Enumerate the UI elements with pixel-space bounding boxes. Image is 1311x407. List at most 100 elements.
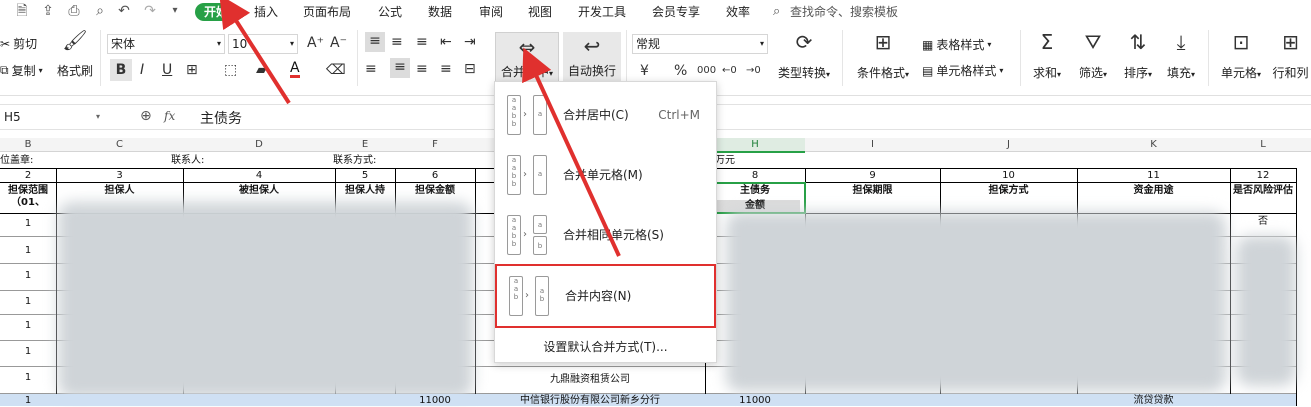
tab-developer[interactable]: 开发工具 — [578, 3, 626, 21]
italic-button[interactable]: I — [140, 61, 144, 79]
percent-button[interactable]: % — [674, 62, 687, 80]
tab-insert[interactable]: 插入 — [254, 3, 278, 21]
cell-b[interactable]: 1 — [0, 395, 56, 407]
col-number[interactable]: 6 — [395, 170, 475, 182]
cell-l[interactable]: 否 — [1230, 216, 1296, 228]
zoom-icon[interactable]: ⊕ — [140, 108, 152, 124]
copy-button[interactable]: ⧉ 复制 ▾ — [0, 62, 43, 79]
filter-button[interactable]: ⛛ 筛选▾ — [1072, 30, 1114, 81]
merge-center-button[interactable]: ⇔ 合并居中▾ — [495, 32, 559, 82]
col-number[interactable]: 8 — [705, 170, 805, 182]
cell-h[interactable]: 11000 — [705, 395, 805, 407]
font-color-button[interactable]: A — [290, 61, 300, 78]
highlight-icon[interactable]: ▰ — [256, 61, 267, 79]
col-number[interactable]: 12 — [1230, 170, 1296, 182]
justify-icon[interactable]: ≡ — [440, 60, 452, 78]
column-header[interactable]: F — [395, 138, 475, 152]
cell-unit[interactable]: 万元 — [715, 155, 735, 167]
tab-page-layout[interactable]: 页面布局 — [303, 3, 351, 21]
tab-view[interactable]: 视图 — [528, 3, 552, 21]
conditional-format-button[interactable]: ⊞ 条件格式▾ — [852, 30, 914, 81]
column-header-active[interactable]: H — [705, 138, 805, 152]
column-header[interactable]: D — [183, 138, 335, 152]
align-middle-icon[interactable]: ≡ — [391, 33, 403, 51]
decrease-decimal-icon[interactable]: →0 — [746, 62, 761, 80]
column-header[interactable]: K — [1077, 138, 1230, 152]
header-amount[interactable]: 担保金额 — [395, 185, 475, 197]
increase-font-icon[interactable]: A⁺ — [307, 34, 324, 52]
col-number[interactable]: 10 — [940, 170, 1077, 182]
col-number[interactable]: 9 — [805, 170, 940, 182]
menu-item-merge-content[interactable]: aab › ab 合并内容(N) — [495, 264, 716, 328]
indent-icon[interactable]: ⇤ — [440, 33, 452, 51]
redo-icon[interactable]: ↷ — [142, 3, 158, 19]
cell-style-button[interactable]: ▤ 单元格样式 ▾ — [922, 62, 1003, 79]
cell-b[interactable]: 1 — [0, 270, 56, 282]
cell-f[interactable]: 11000 — [395, 395, 475, 407]
align-bottom-icon[interactable]: ≡ — [416, 33, 428, 51]
col-number[interactable]: 3 — [56, 170, 183, 182]
underline-button[interactable]: U — [162, 61, 172, 79]
menu-item-merge-cells[interactable]: aabb › a 合并单元格(M) — [495, 145, 716, 205]
header-risk-assessment[interactable]: 是否风险评估 — [1232, 185, 1294, 197]
preview-icon[interactable]: ⌕ — [92, 3, 108, 19]
fill-color-icon[interactable]: ⬚ — [224, 61, 237, 79]
tab-review[interactable]: 审阅 — [479, 3, 503, 21]
cell-button[interactable]: ⊡ 单元格▾ — [1216, 30, 1266, 81]
table-style-button[interactable]: ▦ 表格样式 ▾ — [922, 36, 991, 53]
print-icon[interactable]: ⎙ — [66, 3, 82, 19]
font-size-select[interactable]: 10 ▾ — [228, 34, 298, 54]
name-box[interactable]: H5 — [4, 110, 94, 124]
chevron-down-icon[interactable]: ▾ — [96, 112, 100, 121]
menu-item-set-default[interactable]: 设置默认合并方式(T)... — [495, 334, 716, 360]
type-convert-button[interactable]: ⟳ 类型转换▾ — [775, 30, 833, 81]
cell-k[interactable]: 流贷贷款 — [1077, 395, 1230, 407]
save-icon[interactable]: 🗎 — [14, 3, 30, 19]
cell-unit-seal[interactable]: 位盖章: — [0, 155, 33, 167]
align-top-icon[interactable]: ≡ — [365, 32, 385, 52]
col-number[interactable]: 4 — [183, 170, 335, 182]
sort-button[interactable]: ⇅ 排序▾ — [1117, 30, 1159, 81]
cell-b[interactable]: 1 — [0, 296, 56, 308]
fill-button[interactable]: ⤓ 填充▾ — [1160, 30, 1202, 81]
export-icon[interactable]: ⇪ — [40, 3, 56, 19]
cell-contact-info[interactable]: 联系方式: — [333, 155, 376, 167]
column-header[interactable]: E — [335, 138, 395, 152]
distribute-icon[interactable]: ⊟ — [464, 60, 476, 78]
search-input[interactable]: 查找命令、搜索模板 — [790, 3, 898, 21]
header-guarantor[interactable]: 担保人 — [56, 185, 183, 197]
increase-decimal-icon[interactable]: ←0 — [722, 62, 737, 80]
header-method[interactable]: 担保方式 — [940, 185, 1077, 197]
cell-g[interactable]: 中信银行股份有限公司新乡分行 — [475, 395, 705, 407]
cell-b[interactable]: 1 — [0, 346, 56, 358]
tab-member[interactable]: 会员专享 — [652, 3, 700, 21]
decrease-font-icon[interactable]: A⁻ — [330, 34, 347, 52]
tab-efficiency[interactable]: 效率 — [726, 3, 750, 21]
currency-button[interactable]: ¥ — [640, 62, 649, 80]
column-header[interactable]: C — [56, 138, 183, 152]
undo-icon[interactable]: ↶ — [116, 3, 132, 19]
number-format-select[interactable]: 常规 ▾ — [632, 34, 768, 54]
cell-b[interactable]: 1 — [0, 245, 56, 257]
header-guaranteed[interactable]: 被担保人 — [183, 185, 335, 197]
menu-item-merge-center[interactable]: aabb › a 合并居中(C) Ctrl+M — [495, 85, 716, 145]
border-icon[interactable]: ⊞ — [186, 61, 198, 79]
column-header[interactable]: B — [0, 138, 56, 152]
col-number[interactable]: 11 — [1077, 170, 1230, 182]
font-name-select[interactable]: 宋体 ▾ — [107, 34, 225, 54]
header-guarantee-scope[interactable]: 担保范围（01、 — [2, 185, 54, 209]
cell-contact[interactable]: 联系人: — [171, 155, 204, 167]
cell-b[interactable]: 1 — [0, 320, 56, 332]
bold-button[interactable]: B — [110, 59, 132, 81]
menu-item-merge-same[interactable]: aabb › a b 合并相同单元格(S) — [495, 205, 716, 265]
format-painter-button[interactable]: 🖌 格式刷 — [55, 28, 95, 79]
wrap-text-button[interactable]: ↩ 自动换行 — [563, 32, 621, 82]
header-fund-usage[interactable]: 资金用途 — [1077, 185, 1230, 197]
more-icon[interactable]: ▾ — [167, 3, 183, 19]
cell-b[interactable]: 1 — [0, 218, 56, 230]
col-number[interactable]: 5 — [335, 170, 395, 182]
column-header[interactable]: J — [940, 138, 1077, 152]
tab-data[interactable]: 数据 — [428, 3, 452, 21]
align-right-icon[interactable]: ≡ — [416, 60, 428, 78]
align-left-icon[interactable]: ≡ — [365, 60, 377, 78]
